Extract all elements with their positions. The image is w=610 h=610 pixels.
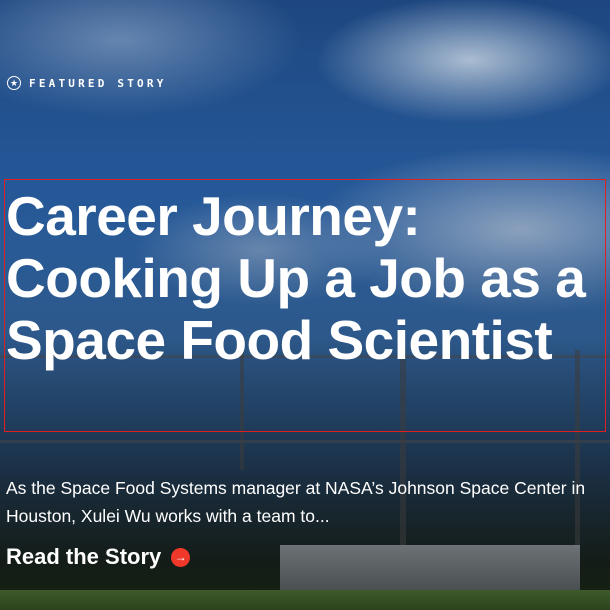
- fence-rail: [0, 440, 610, 443]
- featured-story-hero: ★ FEATURED STORY Career Journey: Cooking…: [0, 0, 610, 610]
- story-title[interactable]: Career Journey: Cooking Up a Job as a Sp…: [6, 185, 606, 371]
- featured-story-eyebrow: ★ FEATURED STORY: [7, 76, 167, 90]
- background-ground: [0, 590, 610, 610]
- read-story-label: Read the Story: [6, 544, 162, 569]
- star-circle-icon: ★: [7, 76, 21, 90]
- story-summary: As the Space Food Systems manager at NAS…: [6, 478, 586, 526]
- arrow-right-circle-icon: →: [171, 547, 191, 567]
- eyebrow-label: FEATURED STORY: [29, 76, 167, 90]
- read-story-link[interactable]: Read the Story →: [6, 544, 191, 570]
- background-building: [280, 545, 580, 590]
